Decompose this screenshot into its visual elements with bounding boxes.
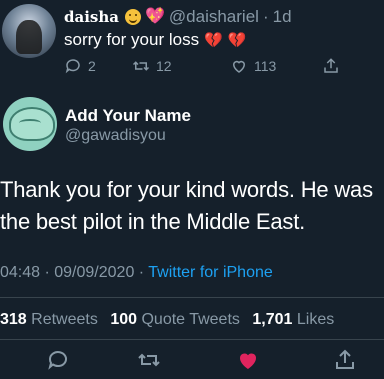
main-like-button[interactable] [236, 348, 260, 372]
author-handle[interactable]: @gawadisyou [65, 127, 166, 145]
retweet-button[interactable]: 12 [132, 57, 172, 75]
retweet-icon [132, 61, 150, 71]
share-icon [324, 58, 338, 73]
author-avatar[interactable] [3, 97, 57, 151]
retweet-count: 12 [156, 58, 172, 74]
reply-tweet[interactable]: daisha 💖 @daishariel · 1d sorry for your… [0, 0, 384, 84]
divider [0, 297, 384, 298]
retweets-label: Retweets [31, 311, 98, 328]
broken-heart-icon: 💔 [204, 32, 223, 49]
reply-text: sorry for your loss [64, 30, 200, 49]
reply-age: 1d [272, 7, 292, 26]
tweet-meta: 04:48 · 09/09/2020 · Twitter for iPhone [0, 264, 273, 282]
reply-avatar[interactable] [2, 4, 56, 58]
tweet-action-bar [0, 348, 384, 374]
likes-count: 1,701 [252, 311, 293, 328]
main-retweet-button[interactable] [137, 348, 161, 372]
main-share-button[interactable] [333, 348, 357, 372]
broken-heart-icon: 💔 [227, 32, 247, 49]
tweet-stats: 318 Retweets 100 Quote Tweets 1,701 Like… [0, 311, 334, 329]
reply-header: daisha 💖 @daishariel · 1d [64, 6, 292, 28]
retweets-stat[interactable]: 318 Retweets [0, 311, 98, 328]
tweet-text: Thank you for your kind words. He was th… [0, 177, 373, 234]
retweet-icon [138, 353, 160, 367]
reply-separator: · [262, 7, 269, 26]
divider [0, 339, 384, 340]
like-button[interactable]: 113 [230, 57, 276, 75]
tweet-thread-screen: daisha 💖 @daishariel · 1d sorry for your… [0, 0, 384, 379]
quotes-stat[interactable]: 100 Quote Tweets [110, 311, 240, 328]
share-icon [336, 349, 354, 369]
quotes-label: Quote Tweets [141, 311, 240, 328]
comment-icon [48, 351, 67, 370]
author-display-name[interactable]: Add Your Name [65, 106, 191, 126]
reply-actions: 2 12 113 [64, 57, 354, 77]
heart-outline-icon [232, 60, 246, 73]
quotes-count: 100 [110, 311, 138, 328]
reply-handle[interactable]: @daishariel [169, 7, 259, 27]
smiling-face-icon [124, 9, 141, 25]
reply-body: sorry for your loss 💔 💔 [64, 30, 246, 50]
comment-icon [65, 59, 80, 74]
sparkling-heart-icon: 💖 [144, 8, 165, 25]
tweet-timestamp: 04:48 · 09/09/2020 · [0, 264, 145, 281]
reply-button[interactable]: 2 [64, 57, 96, 75]
heart-filled-icon [240, 353, 256, 369]
reply-display-name[interactable]: daisha [64, 8, 119, 26]
main-reply-button[interactable] [46, 348, 70, 372]
likes-stat[interactable]: 1,701 Likes [252, 311, 334, 328]
reply-count: 2 [88, 58, 96, 74]
likes-label: Likes [296, 311, 335, 328]
like-count: 113 [254, 58, 277, 74]
retweets-count: 318 [0, 311, 27, 328]
share-button[interactable] [322, 57, 340, 75]
tweet-source-link[interactable]: Twitter for iPhone [148, 264, 273, 281]
